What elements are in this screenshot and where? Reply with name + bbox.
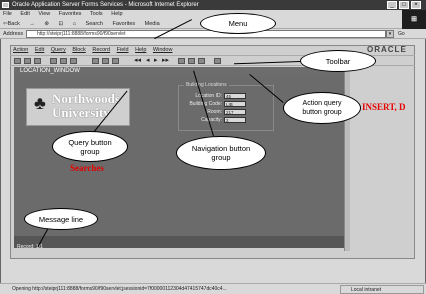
- previous-record-icon[interactable]: ◂: [146, 57, 150, 65]
- maximize-icon[interactable]: □: [399, 1, 409, 9]
- enter-query-icon[interactable]: [92, 58, 99, 64]
- browser-menu-file[interactable]: File: [3, 11, 12, 17]
- help-icon[interactable]: [214, 58, 221, 64]
- forms-menu-help[interactable]: Help: [135, 47, 146, 53]
- media-button[interactable]: Media: [145, 21, 160, 27]
- query-note: Searches: [70, 163, 104, 173]
- forms-menu-field[interactable]: Field: [117, 47, 129, 53]
- building-code-field[interactable]: LIB: [224, 101, 246, 107]
- lock-record-icon[interactable]: [198, 58, 205, 64]
- next-block-icon[interactable]: ▸▸: [162, 57, 169, 65]
- forms-menu-query[interactable]: Query: [51, 47, 66, 53]
- forms-menu-record[interactable]: Record: [92, 47, 110, 53]
- nav-group-callout: Navigation button group: [176, 136, 266, 170]
- location-window-title: LOCATION_WINDOW: [14, 67, 344, 76]
- minimize-icon[interactable]: _: [387, 1, 397, 9]
- forms-menu-action[interactable]: Action: [13, 47, 28, 53]
- building-locations-frame: [178, 85, 274, 131]
- save-icon[interactable]: [14, 58, 21, 64]
- forms-menu-block[interactable]: Block: [72, 47, 85, 53]
- building-locations-legend: Building Locations: [184, 82, 229, 88]
- room-field[interactable]: 217: [224, 109, 246, 115]
- copy-icon[interactable]: [60, 58, 67, 64]
- delete-record-icon[interactable]: [188, 58, 195, 64]
- cancel-query-icon[interactable]: [112, 58, 119, 64]
- location-id-field[interactable]: 45: [224, 93, 246, 99]
- next-record-icon[interactable]: ▸: [154, 57, 158, 65]
- forms-menu-edit[interactable]: Edit: [35, 47, 44, 53]
- capacity-label: Capacity:: [201, 117, 222, 123]
- room-label: Room:: [207, 109, 222, 115]
- message-line-callout: Message line: [24, 208, 98, 230]
- university-logo-text: Northwoods University: [52, 91, 120, 120]
- paste-icon[interactable]: [70, 58, 77, 64]
- close-icon[interactable]: ×: [411, 1, 421, 9]
- windows-logo-icon: ⊞: [402, 10, 426, 29]
- browser-app-icon: [2, 2, 9, 8]
- query-group-callout: Query button group: [52, 131, 128, 162]
- browser-status-text: Opening http://steiprj111:8888/forms90/f…: [12, 286, 227, 292]
- oracle-logo: ORACLE: [367, 45, 407, 54]
- browser-menu-edit[interactable]: Edit: [20, 11, 29, 17]
- stop-button[interactable]: ⊗: [44, 21, 49, 27]
- forward-button[interactable]: →: [29, 21, 35, 27]
- tree-icon: ♣: [34, 93, 46, 113]
- capacity-field[interactable]: 2: [224, 117, 246, 123]
- previous-block-icon[interactable]: ◂◂: [134, 57, 141, 65]
- toolbar-callout: Toolbar: [300, 50, 376, 72]
- browser-menu-view[interactable]: View: [38, 11, 50, 17]
- menu-callout: Menu: [200, 13, 276, 34]
- browser-menu-favorites[interactable]: Favorites: [59, 11, 82, 17]
- browser-titlebar: Oracle Application Server Forms Services…: [0, 0, 426, 10]
- browser-menu-help[interactable]: Help: [111, 11, 122, 17]
- refresh-button[interactable]: ⊡: [59, 21, 64, 27]
- exit-icon[interactable]: [24, 58, 31, 64]
- print-icon[interactable]: [34, 58, 41, 64]
- record-status: Record: 1/1: [17, 244, 43, 250]
- action-query-callout: Action query button group: [283, 92, 361, 124]
- action-query-note: INSERT, D: [362, 102, 406, 112]
- browser-statusbar: Opening http://steiprj111:8888/forms90/f…: [0, 283, 426, 294]
- address-label: Address: [3, 31, 24, 37]
- address-input[interactable]: http://steiprj111:8888/forms90/f90servle…: [26, 30, 386, 38]
- favorites-button[interactable]: Favorites: [113, 21, 136, 27]
- back-button[interactable]: ⇦Back: [3, 21, 20, 27]
- home-button[interactable]: ⌂: [73, 21, 76, 27]
- forms-menu-window[interactable]: Window: [153, 47, 173, 53]
- cut-icon[interactable]: [50, 58, 57, 64]
- go-button[interactable]: Go: [398, 30, 422, 38]
- browser-menu-tools[interactable]: Tools: [90, 11, 103, 17]
- search-button[interactable]: Search: [86, 21, 103, 27]
- security-zone: Local intranet: [340, 285, 424, 294]
- insert-record-icon[interactable]: [178, 58, 185, 64]
- execute-query-icon[interactable]: [102, 58, 109, 64]
- address-dropdown-icon[interactable]: ▾: [386, 30, 394, 38]
